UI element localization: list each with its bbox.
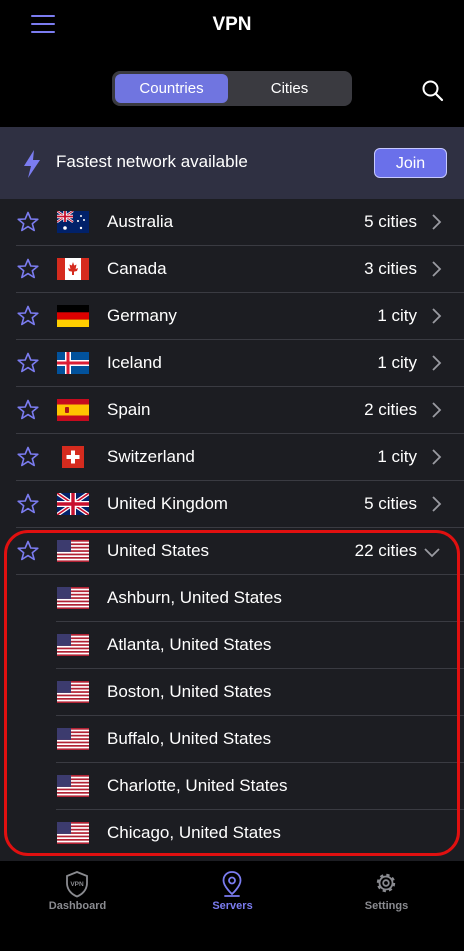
- country-name: United Kingdom: [107, 494, 228, 513]
- country-row-canada[interactable]: Canada 3 cities: [0, 246, 464, 293]
- country-name: Germany: [107, 306, 177, 325]
- star-icon[interactable]: [16, 398, 40, 422]
- country-name: Switzerland: [107, 447, 195, 466]
- tab-dashboard[interactable]: VPN Dashboard: [0, 861, 155, 921]
- city-row-boston[interactable]: Boston, United States: [0, 669, 464, 716]
- tab-countries[interactable]: Countries: [115, 74, 228, 103]
- tab-settings[interactable]: Settings: [309, 861, 464, 921]
- city-row-atlanta[interactable]: Atlanta, United States: [0, 622, 464, 669]
- star-icon[interactable]: [16, 351, 40, 375]
- city-row-chicago[interactable]: Chicago, United States: [0, 810, 464, 857]
- chevron-right-icon[interactable]: [430, 307, 442, 325]
- city-name: Charlotte, United States: [107, 776, 288, 795]
- city-count: 22 cities: [354, 541, 417, 560]
- chevron-right-icon[interactable]: [430, 448, 442, 466]
- star-icon[interactable]: [16, 539, 40, 563]
- united-states-flag-icon: [57, 775, 89, 797]
- city-count: 1 city: [377, 306, 417, 325]
- join-button[interactable]: Join: [374, 148, 447, 178]
- star-icon[interactable]: [16, 304, 40, 328]
- city-count: 1 city: [377, 447, 417, 466]
- chevron-right-icon[interactable]: [430, 213, 442, 231]
- united-states-flag-icon: [57, 822, 89, 844]
- city-row-ashburn[interactable]: Ashburn, United States: [0, 575, 464, 622]
- country-row-germany[interactable]: Germany 1 city: [0, 293, 464, 340]
- australia-flag-icon: [57, 211, 89, 233]
- united-states-flag-icon: [57, 634, 89, 656]
- country-name: Canada: [107, 259, 167, 278]
- city-name: Chicago, United States: [107, 823, 281, 842]
- star-icon[interactable]: [16, 445, 40, 469]
- spain-flag-icon: [57, 399, 89, 421]
- search-icon[interactable]: [420, 78, 446, 104]
- gear-icon: [376, 873, 396, 893]
- country-name: Australia: [107, 212, 174, 231]
- location-pin-icon: [222, 871, 242, 897]
- country-name: United States: [107, 541, 210, 560]
- star-icon[interactable]: [16, 257, 40, 281]
- chevron-down-icon[interactable]: [423, 546, 441, 558]
- star-icon[interactable]: [16, 210, 40, 234]
- united-kingdom-flag-icon: [57, 493, 89, 515]
- city-count: 5 cities: [364, 212, 417, 231]
- united-states-flag-icon: [57, 728, 89, 750]
- chevron-right-icon[interactable]: [430, 495, 442, 513]
- germany-flag-icon: [57, 305, 89, 327]
- united-states-flag-icon: [57, 681, 89, 703]
- tab-cities[interactable]: Cities: [230, 74, 349, 103]
- city-name: Boston, United States: [107, 682, 272, 701]
- vpn-shield-icon: VPN: [66, 871, 88, 898]
- country-row-iceland[interactable]: Iceland 1 city: [0, 340, 464, 387]
- country-row-united-kingdom[interactable]: United Kingdom 5 cities: [0, 481, 464, 528]
- tab-label: Settings: [364, 900, 409, 912]
- iceland-flag-icon: [57, 352, 89, 374]
- switzerland-flag-icon: [62, 446, 84, 468]
- country-row-australia[interactable]: Australia 5 cities: [0, 199, 464, 246]
- city-name: Atlanta, United States: [107, 635, 272, 654]
- banner-text: Fastest network available: [56, 152, 248, 171]
- tab-label: Servers: [212, 900, 253, 912]
- star-icon[interactable]: [16, 492, 40, 516]
- city-count: 1 city: [377, 353, 417, 372]
- country-row-spain[interactable]: Spain 2 cities: [0, 387, 464, 434]
- united-states-flag-icon: [57, 540, 89, 562]
- city-name: Buffalo, United States: [107, 729, 272, 748]
- segmented-control: Countries Cities: [112, 71, 352, 106]
- city-count: 5 cities: [364, 494, 417, 513]
- country-row-switzerland[interactable]: Switzerland 1 city: [0, 434, 464, 481]
- chevron-right-icon[interactable]: [430, 260, 442, 278]
- city-count: 3 cities: [364, 259, 417, 278]
- city-name: Ashburn, United States: [107, 588, 282, 607]
- country-name: Iceland: [107, 353, 162, 372]
- canada-flag-icon: [57, 258, 89, 280]
- chevron-right-icon[interactable]: [430, 354, 442, 372]
- united-states-flag-icon: [57, 587, 89, 609]
- country-row-united-states[interactable]: United States 22 cities: [0, 528, 464, 575]
- tab-label: Dashboard: [48, 900, 107, 912]
- vpn-badge-text: VPN: [70, 881, 84, 888]
- city-count: 2 cities: [364, 400, 417, 419]
- page-title: VPN: [212, 14, 252, 35]
- chevron-right-icon[interactable]: [430, 401, 442, 419]
- lightning-icon: [24, 150, 40, 178]
- top-bar: VPN: [0, 0, 464, 50]
- city-row-buffalo[interactable]: Buffalo, United States: [0, 716, 464, 763]
- city-row-charlotte[interactable]: Charlotte, United States: [0, 763, 464, 810]
- tab-servers[interactable]: Servers: [155, 861, 310, 921]
- country-name: Spain: [107, 400, 151, 419]
- segment-area: Countries Cities: [0, 50, 464, 127]
- bottom-tab-bar: VPN Dashboard Servers Settings: [0, 861, 464, 951]
